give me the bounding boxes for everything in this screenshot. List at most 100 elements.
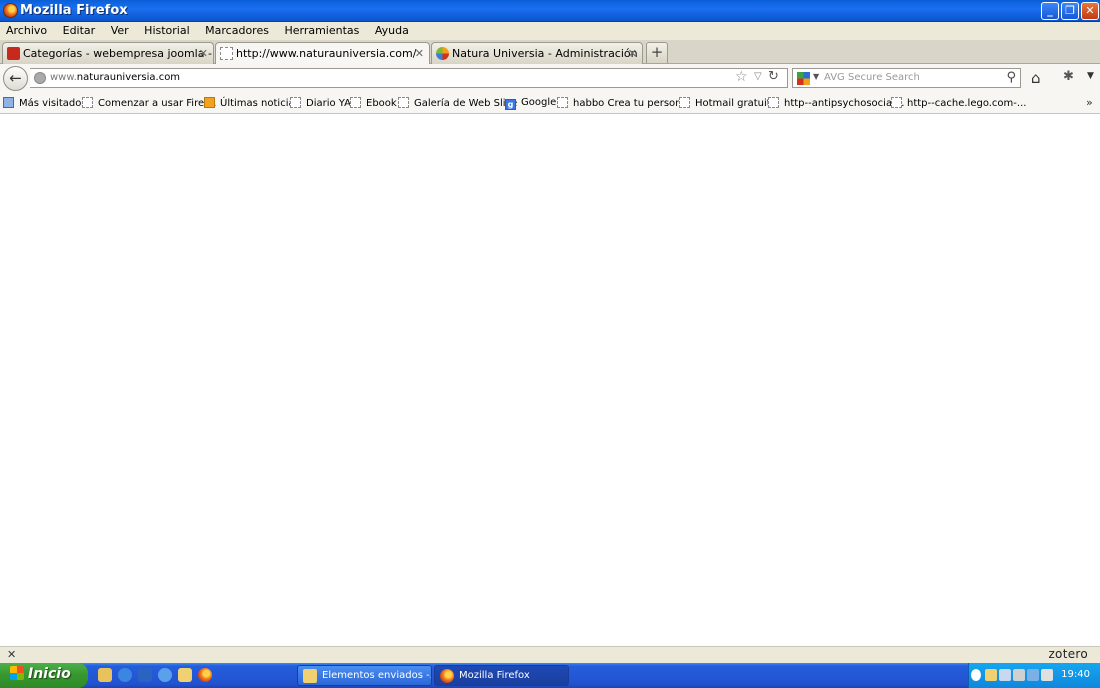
tab-naturauniversia[interactable]: http://www.naturauniversia.com/ ✕ [215,42,430,65]
url-bar[interactable]: www.naturauniversia.com ☆ ▽ ↻ [30,68,788,88]
bookmark-google[interactable]: g Google [505,97,556,110]
tray-network-icon[interactable] [999,669,1011,681]
menu-ayuda[interactable]: Ayuda [369,22,415,37]
bookmark-star-icon[interactable]: ☆ [735,69,748,85]
tray-monitor-icon[interactable] [1041,669,1053,681]
bookmarks-overflow-icon[interactable]: » [1086,96,1093,109]
folder-icon[interactable] [98,668,112,682]
navigation-bar: ← www.naturauniversia.com ☆ ▽ ↻ ▼ AVG Se… [0,64,1100,92]
tray-mail-icon[interactable] [985,669,997,681]
title-bar: Mozilla Firefox _ ❐ ✕ [0,0,1100,22]
close-button[interactable]: ✕ [1081,2,1099,20]
bookmark-habbo[interactable]: habbo Crea tu person... [557,97,691,109]
minimize-button[interactable]: _ [1041,2,1059,20]
taskbar: Inicio Elementos enviados -... Mozilla F… [0,663,1100,688]
bookmark-label: Últimas noticias [220,98,300,109]
taskbar-item-label: Elementos enviados -... [322,670,432,681]
folder-icon [3,97,14,108]
bookmark-diario-ya[interactable]: Diario YA [290,97,351,109]
blank-page-icon [557,97,568,108]
search-input[interactable]: AVG Secure Search [824,72,920,83]
bookmark-label: Google [521,97,557,108]
menu-marcadores[interactable]: Marcadores [199,22,275,37]
firefox-icon[interactable] [198,668,212,682]
maximize-button[interactable]: ❐ [1061,2,1079,20]
word-icon[interactable] [138,668,152,682]
back-button[interactable]: ← [3,66,28,91]
clock: 19:40 [1061,669,1090,680]
blank-page-icon [398,97,409,108]
url-domain: naturauniversia.com [76,72,181,83]
tray-volume-icon[interactable] [1013,669,1025,681]
menu-herramientas[interactable]: Herramientas [278,22,365,37]
tab-administracion[interactable]: Natura Universia - Administración ✕ [431,42,643,64]
blank-page-icon [679,97,690,108]
blank-page-icon [350,97,361,108]
search-icon[interactable]: ⚲ [1006,70,1016,85]
menu-bar: Archivo Editar Ver Historial Marcadores … [0,22,1100,40]
bookmark-hotmail[interactable]: Hotmail gratuito [679,97,777,109]
google-icon: g [505,99,516,110]
internet-explorer-icon[interactable] [118,668,132,682]
search-bar[interactable]: ▼ AVG Secure Search ⚲ [792,68,1021,88]
url-text[interactable]: www.naturauniversia.com [50,72,180,83]
menu-ver[interactable]: Ver [105,22,135,37]
tray-app-icon[interactable] [1027,669,1039,681]
bookmark-galeria-web-slice[interactable]: Galería de Web Slice [398,97,517,109]
tab-label: http://www.naturauniversia.com/ [236,47,417,60]
home-icon[interactable]: ⌂ [1031,69,1041,87]
bookmark-lego[interactable]: http--cache.lego.com-... [891,97,1026,109]
rss-icon [204,97,215,108]
avg-search-engine-icon[interactable] [797,72,810,85]
page-content[interactable] [0,115,1100,646]
tab-categorias[interactable]: Categorías - webempresa joomla - Hostin.… [2,42,214,64]
new-tab-button[interactable]: + [646,42,668,63]
joomla-icon [436,47,449,60]
start-button[interactable]: Inicio [0,663,88,688]
addon-bar: ✕ zotero [0,646,1100,663]
close-tab-icon[interactable]: ✕ [415,47,424,60]
blank-page-icon [290,97,301,108]
bookmark-label: Diario YA [306,98,351,109]
url-prefix: www. [50,72,77,83]
start-label: Inicio [28,666,71,682]
blank-page-icon [220,47,233,60]
tab-strip: Categorías - webempresa joomla - Hostin.… [0,40,1100,65]
bookmark-label: habbo Crea tu person... [573,98,692,109]
bookmark-antipsychosocial[interactable]: http--antipsychosocial... [768,97,904,109]
search-engine-dropdown-icon[interactable]: ▼ [813,72,819,81]
bookmark-label: Comenzar a usar Firef... [98,98,217,109]
blank-page-icon [768,97,779,108]
taskbar-item-mozilla-firefox[interactable]: Mozilla Firefox [434,665,569,686]
globe-icon [34,72,46,84]
close-tab-icon[interactable]: ✕ [628,47,637,60]
close-addon-bar-icon[interactable]: ✕ [7,648,16,661]
blank-page-icon [891,97,902,108]
system-tray: 19:40 [968,663,1100,688]
bookmark-mas-visitados[interactable]: Más visitados [3,97,87,109]
bookmark-label: Más visitados [19,98,87,109]
reload-icon[interactable]: ↻ [768,69,779,84]
taskbar-item-elementos-enviados[interactable]: Elementos enviados -... [297,665,432,686]
zotero-button[interactable]: zotero [1048,647,1088,661]
url-history-dropdown-icon[interactable]: ▽ [754,71,762,82]
mail-icon[interactable] [178,668,192,682]
webempresa-icon [7,47,20,60]
bookmark-comenzar[interactable]: Comenzar a usar Firef... [82,97,216,109]
tray-expand-icon[interactable] [971,669,981,681]
ie-shortcut-icon[interactable] [158,668,172,682]
bookmark-label: Galería de Web Slice [414,98,518,109]
bookmark-ebook[interactable]: Ebook [350,97,397,109]
blank-page-icon [82,97,93,108]
addon-icon[interactable]: ✱ [1063,69,1074,84]
taskbar-item-label: Mozilla Firefox [459,670,530,681]
firefox-icon [440,669,454,683]
bookmark-ultimas-noticias[interactable]: Últimas noticias [204,97,300,109]
menu-historial[interactable]: Historial [138,22,195,37]
toolbar-menu-dropdown-icon[interactable]: ▼ [1087,71,1094,81]
bookmark-label: http--antipsychosocial... [784,98,905,109]
window-title: Mozilla Firefox [20,3,128,18]
menu-editar[interactable]: Editar [57,22,102,37]
menu-archivo[interactable]: Archivo [0,22,53,37]
close-tab-icon[interactable]: ✕ [199,47,208,60]
